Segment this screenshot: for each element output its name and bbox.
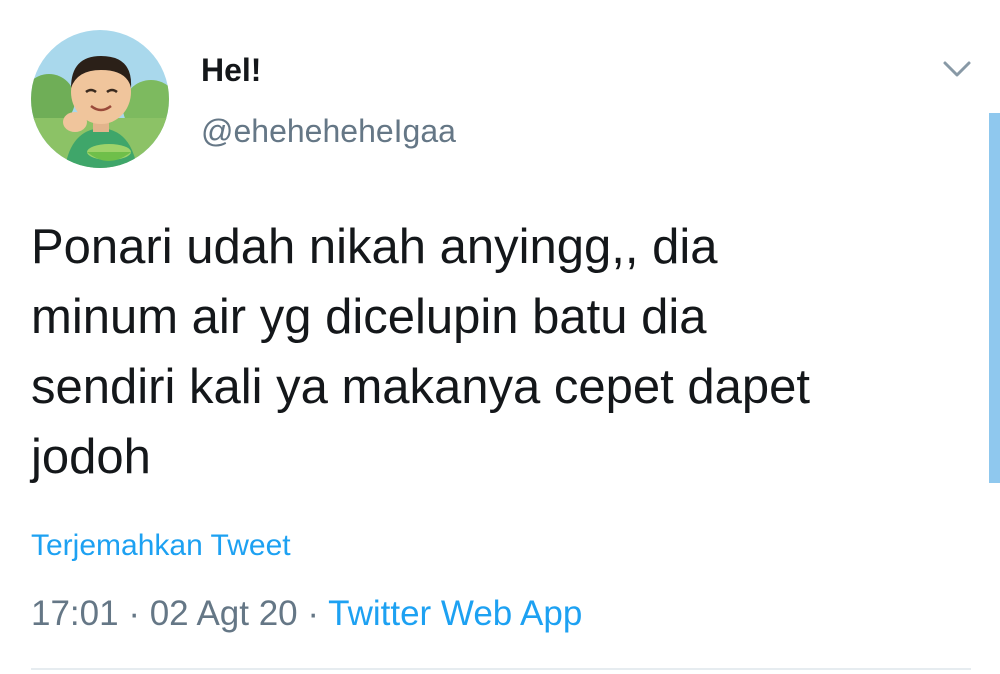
divider (31, 668, 971, 670)
author-handle[interactable]: @eheheheheIgaa (201, 113, 456, 150)
translate-tweet-link[interactable]: Terjemahkan Tweet (31, 529, 291, 563)
tweet-metadata: 17:01 · 02 Agt 20 · Twitter Web App (31, 594, 582, 634)
tweet-text: Ponari udah nikah anyingg,, dia minum ai… (31, 220, 810, 484)
meta-separator: · (307, 594, 320, 633)
scrollbar[interactable] (989, 113, 1000, 483)
tweet-source-link[interactable]: Twitter Web App (328, 594, 582, 633)
tweet-date: 02 Agt 20 (149, 594, 298, 633)
tweet-time: 17:01 (31, 594, 119, 633)
meta-separator: · (128, 594, 140, 633)
author-display-name[interactable]: Hel! (201, 52, 261, 89)
avatar[interactable] (31, 30, 169, 168)
tweet-card: Hel! @eheheheheIgaa Ponari udah nikah an… (0, 0, 1000, 674)
chevron-down-icon[interactable] (940, 52, 974, 86)
